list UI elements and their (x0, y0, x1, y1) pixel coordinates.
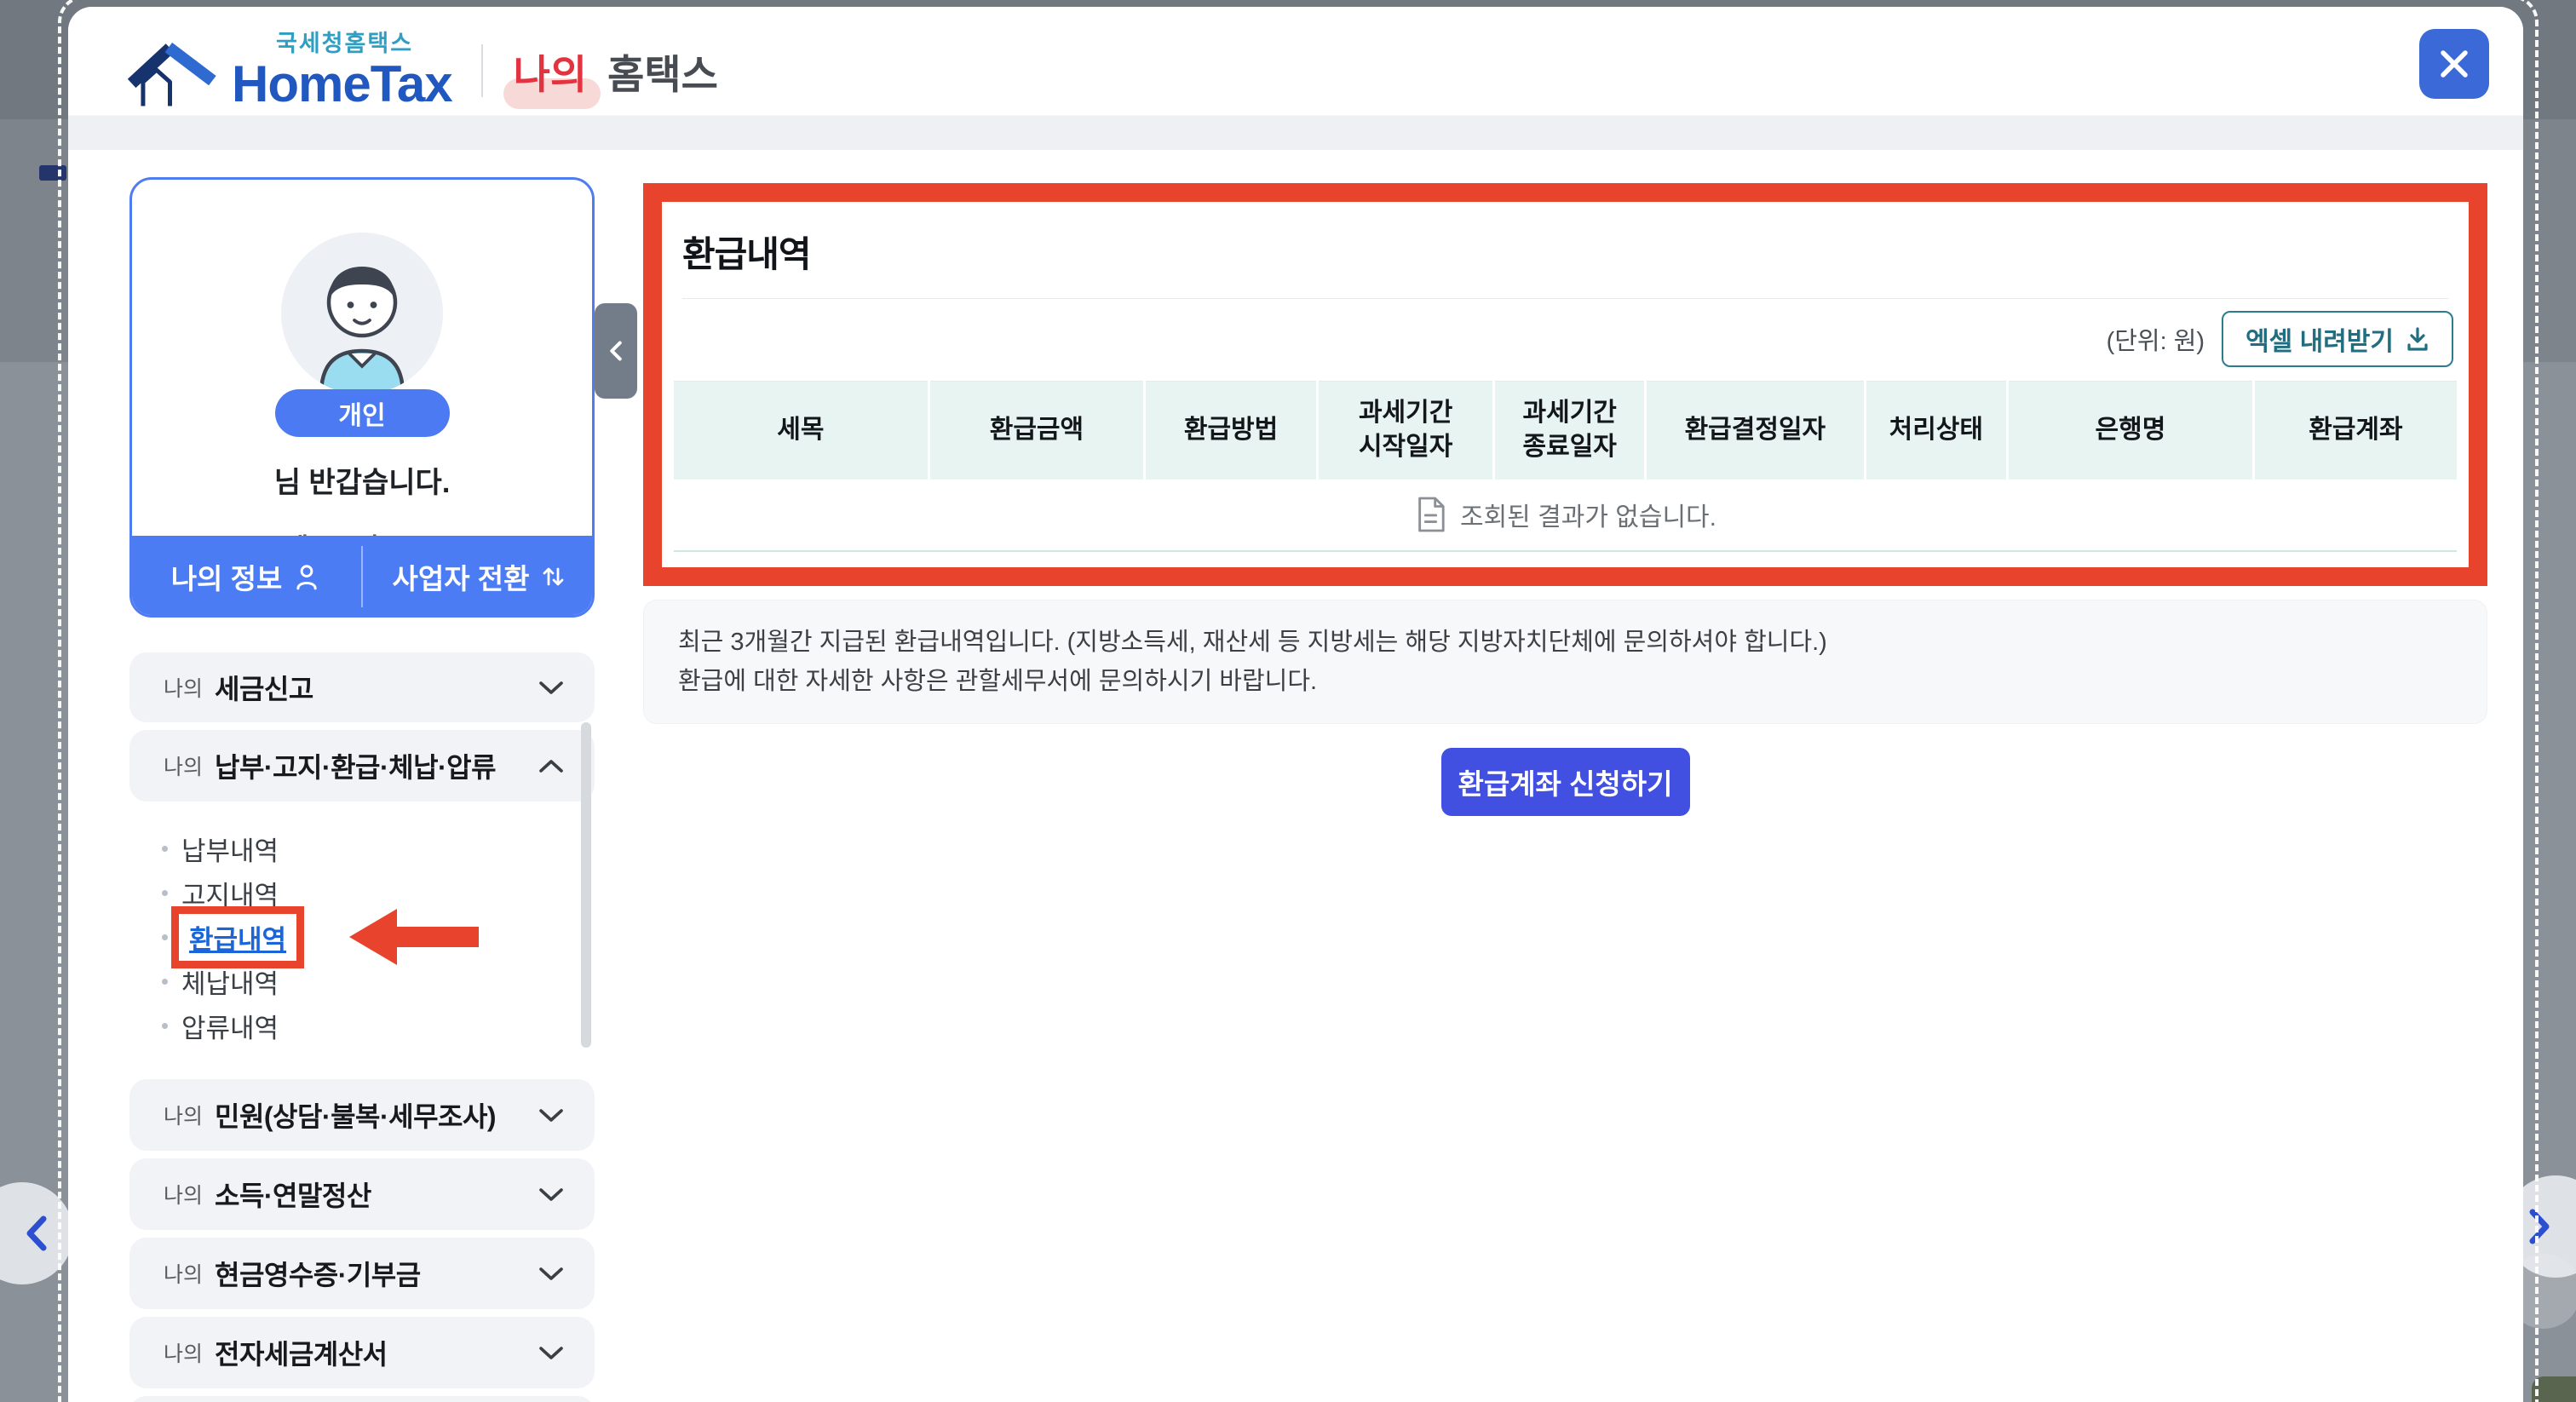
greeting-text: 님 반갑습니다. (132, 459, 592, 501)
excel-download-button[interactable]: 엑셀 내려받기 (2222, 311, 2453, 367)
annotation-outline-box: 환급내역 (단위: 원) 엑셀 내려받기 (643, 183, 2487, 586)
notice-line: 최근 3개월간 지급된 환급내역입니다. (지방소득세, 재산세 등 지방세는 … (678, 623, 2452, 662)
sidebar-submenu: 납부내역 고지내역 환급내역 (129, 809, 595, 1072)
sidebar-scrollbar-thumb[interactable] (581, 722, 591, 1048)
swap-vertical-icon (541, 564, 565, 589)
notice-line: 환급에 대한 자세한 사항은 관할세무서에 문의하시기 바랍니다. (678, 662, 2452, 701)
sidebar: 개인 님 반갑습니다. * 세금포인트 :6P 나의 정보 사업자 전환 (129, 177, 595, 1402)
screen: 국세청홈택스 HomeTax 나의 홈택스 (0, 0, 2576, 1402)
chevron-down-icon (538, 681, 564, 695)
sidebar-menu: 나의 세금신고 나의 납부·고지·환급·체납·압류 (129, 652, 595, 1402)
col-decision-date: 환급결정일자 (1646, 382, 1865, 480)
sidebar-section-payment[interactable]: 나의 납부·고지·환급·체납·압류 (129, 730, 595, 802)
sidebar-item-arrears-history[interactable]: 체납내역 (129, 959, 595, 1003)
notice-box: 최근 3개월간 지급된 환급내역입니다. (지방소득세, 재산세 등 지방세는 … (643, 600, 2487, 724)
sidebar-section-civil-service[interactable]: 나의 민원(상담·불복·세무조사) (129, 1079, 595, 1151)
bullet-icon (162, 846, 168, 852)
sidebar-item-payment-history[interactable]: 납부내역 (129, 826, 595, 871)
profile-card-footer: 나의 정보 사업자 전환 (129, 536, 595, 618)
refund-table: 세목 환급금액 환급방법 과세기간 시작일자 과세기간 종료일자 환급결정일자 … (674, 381, 2457, 552)
chevron-left-icon (607, 340, 625, 362)
sidebar-section-e-tax-invoice[interactable]: 나의 전자세금계산서 (129, 1317, 595, 1388)
chevron-down-icon (538, 1267, 564, 1281)
col-tax-item: 세목 (674, 382, 929, 480)
hometax-logo[interactable]: 국세청홈택스 HomeTax (126, 30, 452, 112)
sidebar-section-welfare[interactable]: 나의 복지(학자금·장려금) (129, 1396, 595, 1402)
col-bank-name: 은행명 (2008, 382, 2254, 480)
bullet-icon (162, 934, 168, 940)
switch-to-business-button[interactable]: 사업자 전환 (363, 536, 595, 618)
my-info-button[interactable]: 나의 정보 (129, 536, 361, 618)
col-period-end: 과세기간 종료일자 (1494, 382, 1646, 480)
chevron-down-icon (538, 1108, 564, 1123)
user-type-badge: 개인 (275, 389, 450, 437)
bullet-icon (162, 1023, 168, 1029)
profile-card: 개인 님 반갑습니다. * 세금포인트 :6P 나의 정보 사업자 전환 (129, 177, 595, 618)
page-title: 나의 홈택스 (509, 40, 718, 102)
modal-header: 국세청홈택스 HomeTax 나의 홈택스 (68, 7, 2523, 150)
annotation-arrow-left-icon (349, 909, 479, 965)
close-button[interactable] (2419, 29, 2489, 99)
col-refund-method: 환급방법 (1145, 382, 1318, 480)
hometax-house-icon (126, 30, 218, 112)
col-refund-account: 환급계좌 (2253, 382, 2457, 480)
chevron-down-icon (538, 1187, 564, 1202)
empty-message: 조회된 결과가 없습니다. (1460, 496, 1716, 533)
chevron-left-icon (18, 1214, 57, 1253)
page-title-rest: 홈택스 (607, 42, 718, 101)
empty-row: 조회된 결과가 없습니다. (674, 480, 2457, 551)
page-title-accent: 나의 (514, 52, 587, 97)
panel-title: 환급내역 (682, 226, 2448, 278)
col-status: 처리상태 (1865, 382, 2007, 480)
bullet-icon (162, 979, 168, 985)
sidebar-item-refund-history[interactable]: 환급내역 (129, 915, 595, 959)
col-period-start: 과세기간 시작일자 (1318, 382, 1494, 480)
bullet-icon (162, 890, 168, 896)
document-icon (1414, 496, 1446, 533)
chevron-up-icon (538, 759, 564, 773)
logo-name-text: HomeTax (232, 59, 452, 110)
hometax-logo-text: 국세청홈택스 HomeTax (232, 32, 452, 110)
sidebar-section-tax-filing[interactable]: 나의 세금신고 (129, 652, 595, 722)
chevron-down-icon (538, 1346, 564, 1360)
apply-refund-account-button[interactable]: 환급계좌 신청하기 (1441, 748, 1690, 816)
title-divider (682, 298, 2448, 299)
my-hometax-modal: 국세청홈택스 HomeTax 나의 홈택스 (68, 7, 2523, 1402)
sidebar-section-cash-receipt[interactable]: 나의 현금영수증·기부금 (129, 1238, 595, 1309)
person-icon (294, 563, 319, 590)
unit-label: (단위: 원) (2107, 321, 2205, 357)
sidebar-collapse-handle[interactable] (595, 303, 637, 399)
avatar (281, 233, 443, 394)
main-content: 환급내역 (단위: 원) 엑셀 내려받기 (643, 183, 2487, 816)
sidebar-item-seizure-history[interactable]: 압류내역 (129, 1003, 595, 1048)
table-toolbar: (단위: 원) 엑셀 내려받기 (677, 311, 2453, 367)
col-refund-amount: 환급금액 (929, 382, 1144, 480)
close-icon (2438, 48, 2470, 80)
sidebar-section-income[interactable]: 나의 소득·연말정산 (129, 1158, 595, 1230)
header-divider (481, 44, 483, 97)
logo-agency-text: 국세청홈택스 (276, 32, 452, 55)
table-header-row: 세목 환급금액 환급방법 과세기간 시작일자 과세기간 종료일자 환급결정일자 … (674, 382, 2457, 480)
download-icon (2406, 326, 2429, 352)
